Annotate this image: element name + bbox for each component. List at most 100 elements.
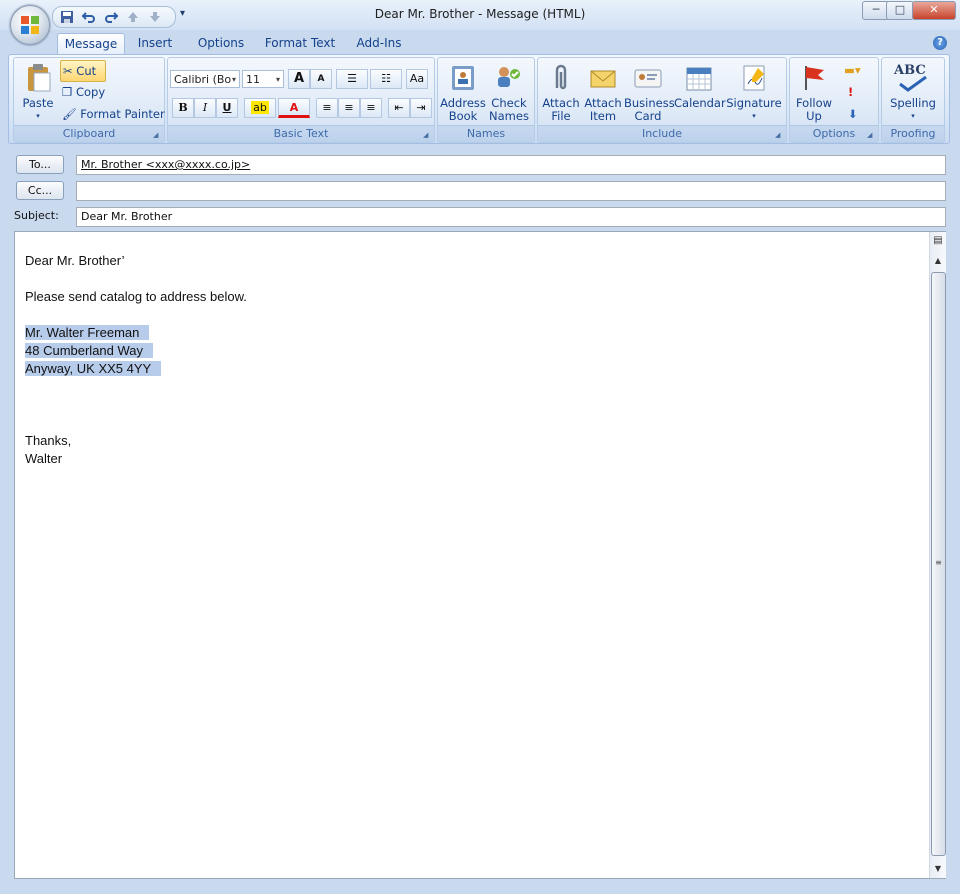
- vertical-scrollbar[interactable]: ▤ ▲ ≡ ▼: [929, 232, 946, 878]
- up-arrow-icon[interactable]: [125, 9, 141, 25]
- to-recipient[interactable]: Mr. Brother <xxx@xxxx.co.jp>: [81, 158, 250, 171]
- redo-icon[interactable]: [103, 9, 119, 25]
- help-button[interactable]: ?: [933, 36, 947, 50]
- tab-format-text[interactable]: Format Text: [262, 33, 338, 53]
- follow-up-button[interactable]: Follow Up: [792, 62, 836, 123]
- bold-button[interactable]: B: [172, 98, 194, 118]
- message-header: To... Mr. Brother <xxx@xxxx.co.jp> Cc...…: [8, 150, 948, 230]
- cut-button[interactable]: ✂ Cut: [60, 60, 106, 82]
- highlight-button[interactable]: ab: [244, 98, 276, 118]
- indent-icon: ⇥: [416, 101, 426, 114]
- paperclip-icon: [555, 64, 567, 90]
- font-size-value: 11: [246, 73, 260, 86]
- calendar-label: Calendar: [674, 96, 726, 110]
- red-flag-icon: [805, 66, 824, 90]
- font-size-select[interactable]: 11 ▾: [242, 70, 284, 88]
- to-field[interactable]: Mr. Brother <xxx@xxxx.co.jp>: [76, 155, 946, 175]
- chevron-down-icon: ▾: [231, 75, 236, 84]
- tab-options[interactable]: Options: [192, 33, 250, 53]
- high-importance-button[interactable]: !: [848, 82, 853, 102]
- permission-icon: ▬▾: [844, 63, 861, 77]
- check-names-button[interactable]: Check Names: [486, 62, 532, 123]
- tab-add-ins[interactable]: Add-Ins: [350, 33, 408, 53]
- down-arrow-icon: ⬇: [848, 107, 858, 121]
- spelling-icon: ABC: [884, 62, 942, 94]
- scroll-thumb[interactable]: ≡: [931, 272, 946, 856]
- ribbon: Paste ▾ ✂ Cut ❐ Copy 🖌 Format Painter Cl…: [8, 54, 950, 144]
- to-button[interactable]: To...: [16, 155, 64, 174]
- signature-button[interactable]: Signature ▾: [726, 62, 782, 123]
- names-group-label: Names: [438, 125, 534, 142]
- paste-button[interactable]: Paste ▾: [18, 62, 58, 123]
- low-importance-button[interactable]: ⬇: [848, 104, 858, 124]
- business-card-label-2: Card: [634, 109, 662, 123]
- copy-button[interactable]: ❐ Copy: [62, 82, 105, 102]
- font-color-button[interactable]: A: [278, 98, 310, 118]
- shrink-font-button[interactable]: A: [310, 69, 332, 89]
- grip-icon: ≡: [935, 558, 942, 567]
- scroll-up-button[interactable]: ▲: [931, 254, 945, 268]
- bullets-button[interactable]: ☰: [336, 69, 368, 89]
- include-group-label: Include: [538, 125, 786, 142]
- options-group-label: Options: [790, 125, 878, 142]
- quick-access-toolbar: [52, 6, 176, 28]
- paste-icon: [28, 64, 51, 92]
- close-button[interactable]: ✕: [912, 1, 956, 20]
- include-launcher-icon[interactable]: ◢: [775, 131, 783, 139]
- window-bottom-border: [0, 880, 960, 894]
- business-card-button[interactable]: Business Card: [624, 62, 675, 123]
- outdent-icon: ⇤: [394, 101, 404, 114]
- numbered-list-icon: ☷: [381, 72, 391, 85]
- font-name-select[interactable]: Calibri (Bo ▾: [170, 70, 240, 88]
- basic-text-group-label: Basic Text: [168, 125, 434, 142]
- options-launcher-icon[interactable]: ◢: [867, 131, 875, 139]
- italic-button[interactable]: I: [194, 98, 216, 118]
- paste-label: Paste: [22, 96, 54, 110]
- message-body[interactable]: Dear Mr. Brother’ Please send catalog to…: [14, 231, 946, 879]
- maximize-button[interactable]: □: [886, 1, 914, 20]
- save-icon[interactable]: [59, 9, 75, 25]
- paste-dropdown-icon[interactable]: ▾: [18, 110, 58, 123]
- attach-file-button[interactable]: Attach File: [540, 62, 582, 123]
- customize-qat-button[interactable]: ▾: [180, 8, 185, 19]
- attach-item-label-2: Item: [589, 109, 617, 123]
- cc-field[interactable]: [76, 181, 946, 201]
- undo-icon[interactable]: [81, 9, 97, 25]
- format-painter-button[interactable]: 🖌 Format Painter: [62, 104, 165, 124]
- basic-text-launcher-icon[interactable]: ◢: [423, 131, 431, 139]
- styles-button[interactable]: Aa: [406, 69, 428, 89]
- bullet-list-icon: ☰: [347, 72, 357, 85]
- align-right-button[interactable]: ≡: [360, 98, 382, 118]
- numbering-button[interactable]: ☷: [370, 69, 402, 89]
- ruler-toggle-icon[interactable]: ▤: [931, 234, 945, 248]
- align-left-button[interactable]: ≡: [316, 98, 338, 118]
- copy-icon: ❐: [62, 85, 73, 99]
- font-name-value: Calibri (Bo: [174, 73, 232, 86]
- scissors-icon: ✂: [63, 64, 73, 78]
- spelling-dropdown-icon[interactable]: ▾: [884, 110, 942, 123]
- decrease-indent-button[interactable]: ⇤: [388, 98, 410, 118]
- underline-button[interactable]: U: [216, 98, 238, 118]
- align-center-button[interactable]: ≡: [338, 98, 360, 118]
- permission-button[interactable]: ▬▾: [844, 60, 861, 80]
- attach-item-button[interactable]: Attach Item: [582, 62, 624, 123]
- tab-insert[interactable]: Insert: [131, 33, 179, 53]
- increase-indent-button[interactable]: ⇥: [410, 98, 432, 118]
- subject-field[interactable]: Dear Mr. Brother: [76, 207, 946, 227]
- styles-icon: Aa: [409, 72, 425, 85]
- body-text[interactable]: Dear Mr. Brother’ Please send catalog to…: [25, 252, 247, 468]
- address-book-button[interactable]: Address Book: [440, 62, 486, 123]
- tab-message[interactable]: Message: [57, 33, 125, 55]
- align-left-icon: ≡: [322, 101, 332, 114]
- clipboard-launcher-icon[interactable]: ◢: [153, 131, 161, 139]
- grow-font-button[interactable]: A: [288, 69, 310, 89]
- scroll-down-button[interactable]: ▼: [931, 862, 945, 876]
- cc-button[interactable]: Cc...: [16, 181, 64, 200]
- brush-icon: 🖌: [62, 107, 77, 121]
- down-arrow-icon[interactable]: [147, 9, 163, 25]
- follow-up-label-2: Up: [806, 109, 822, 123]
- spelling-button[interactable]: ABC Spelling ▾: [884, 62, 942, 123]
- subject-label: Subject:: [14, 209, 59, 222]
- signature-dropdown-icon[interactable]: ▾: [726, 110, 782, 123]
- calendar-button[interactable]: Calendar: [674, 62, 726, 110]
